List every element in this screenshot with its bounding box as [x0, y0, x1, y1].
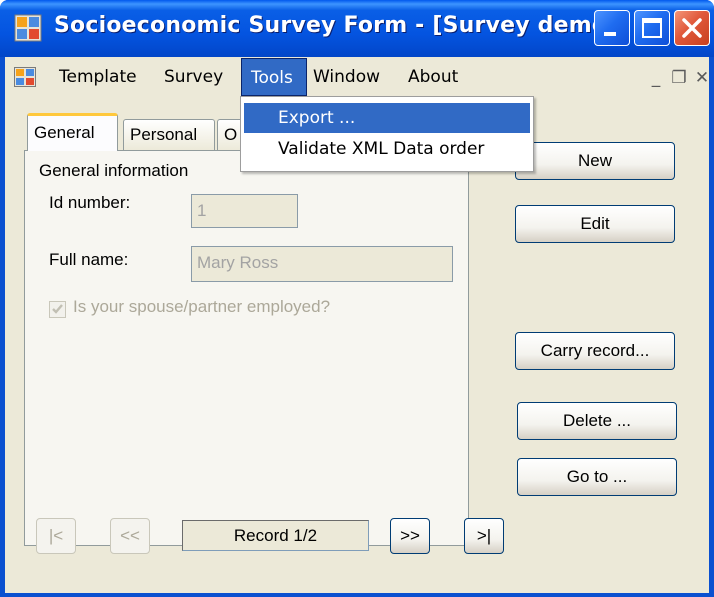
- group-title: General information: [39, 161, 189, 180]
- menu-survey[interactable]: Survey: [164, 57, 223, 97]
- next-record-button[interactable]: >>: [390, 518, 430, 554]
- tab-control: General Personal O General information I…: [23, 111, 469, 547]
- spouse-employed-label: Is your spouse/partner employed?: [73, 297, 331, 316]
- menu-window[interactable]: Window: [313, 57, 380, 97]
- minimize-icon: [604, 32, 616, 36]
- close-button[interactable]: [674, 10, 710, 46]
- full-name-label: Full name:: [49, 250, 129, 269]
- menu-about[interactable]: About: [408, 57, 458, 97]
- first-record-button[interactable]: |<: [36, 518, 76, 554]
- mdi-close-button[interactable]: ✕: [693, 69, 711, 87]
- delete-button[interactable]: Delete ...: [517, 402, 677, 440]
- new-button[interactable]: New: [515, 142, 675, 180]
- id-number-label: Id number:: [49, 193, 131, 212]
- maximize-icon: [642, 18, 662, 38]
- title-bar[interactable]: Socioeconomic Survey Form - [Survey demo…: [0, 0, 714, 57]
- window-title: Socioeconomic Survey Form - [Survey demo…: [54, 13, 618, 38]
- carry-record-button[interactable]: Carry record...: [515, 332, 675, 370]
- checkmark-icon: [52, 304, 63, 314]
- id-number-field[interactable]: 1: [191, 194, 298, 228]
- document-icon[interactable]: [14, 67, 36, 87]
- mdi-minimize-button[interactable]: _: [647, 69, 665, 87]
- menu-item-validate-xml[interactable]: Validate XML Data order: [244, 134, 530, 164]
- go-to-button[interactable]: Go to ...: [517, 458, 677, 496]
- app-icon: [14, 14, 42, 42]
- tab-personal[interactable]: Personal: [123, 119, 215, 151]
- client-area: Template Survey Tools Window About _ ❐ ✕…: [5, 57, 709, 593]
- menu-bar: Template Survey Tools Window About _ ❐ ✕: [5, 57, 709, 97]
- record-indicator: Record 1/2: [182, 520, 369, 551]
- tools-dropdown-menu: Export ... Validate XML Data order: [240, 96, 534, 172]
- spouse-employed-checkbox[interactable]: [49, 301, 66, 318]
- general-info-group: General information Id number: 1 Full na…: [31, 161, 463, 541]
- mdi-restore-button[interactable]: ❐: [670, 69, 688, 87]
- previous-record-button[interactable]: <<: [110, 518, 150, 554]
- edit-button[interactable]: Edit: [515, 205, 675, 243]
- menu-tools[interactable]: Tools: [241, 58, 307, 96]
- full-name-field[interactable]: Mary Ross: [191, 246, 453, 282]
- close-icon: [682, 18, 702, 38]
- minimize-button[interactable]: [594, 10, 630, 46]
- tab-general[interactable]: General: [27, 113, 118, 151]
- tab-page-general: General information Id number: 1 Full na…: [24, 150, 469, 546]
- last-record-button[interactable]: >|: [464, 518, 504, 554]
- menu-item-export[interactable]: Export ...: [244, 103, 530, 133]
- app-window: Socioeconomic Survey Form - [Survey demo…: [0, 0, 714, 597]
- maximize-button[interactable]: [634, 10, 670, 46]
- menu-template[interactable]: Template: [59, 57, 137, 97]
